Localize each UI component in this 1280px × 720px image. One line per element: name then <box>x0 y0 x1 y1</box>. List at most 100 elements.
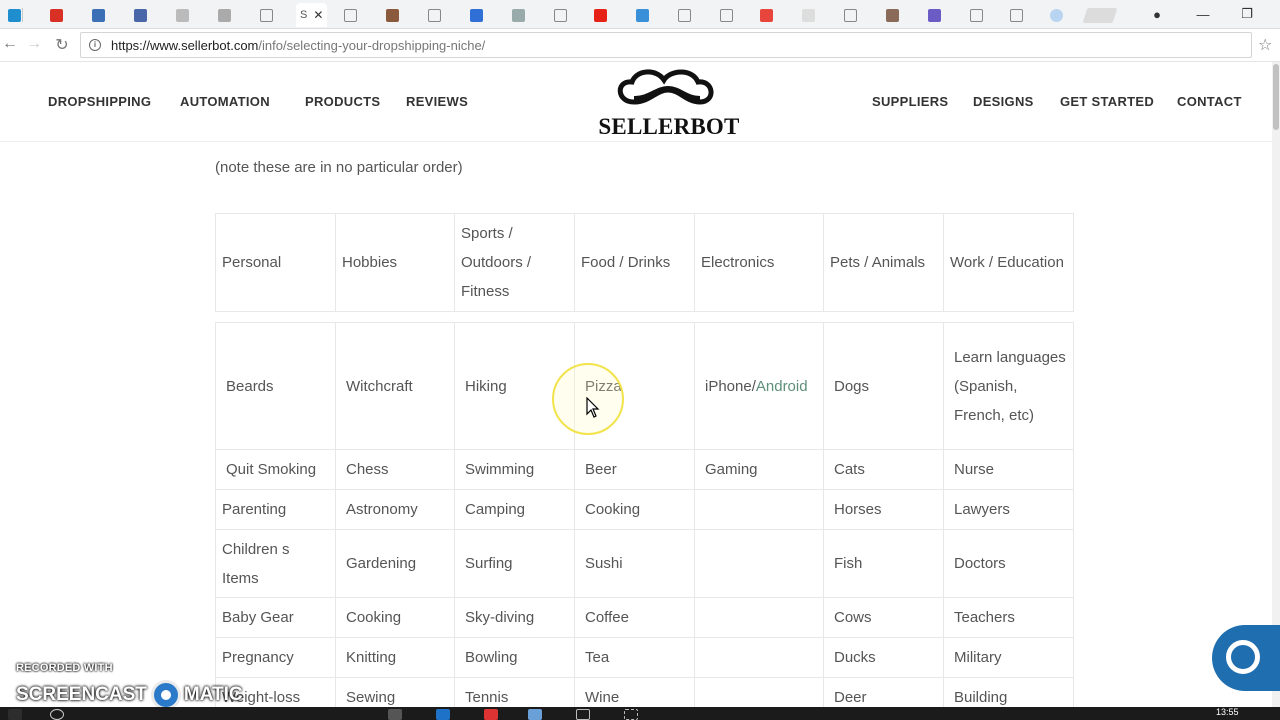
browser-tab[interactable] <box>1050 3 1065 27</box>
taskbar-app-icon[interactable] <box>484 709 498 720</box>
youtube-icon <box>594 8 607 22</box>
document-icon <box>844 8 857 22</box>
browser-tab[interactable] <box>134 3 149 27</box>
back-icon[interactable]: ← <box>0 35 20 53</box>
tab-favicon-icon <box>92 8 105 22</box>
taskbar-app-icon[interactable] <box>624 709 638 720</box>
browser-tab[interactable] <box>470 3 485 27</box>
browser-tab[interactable] <box>218 3 233 27</box>
android-link[interactable]: Android <box>756 378 808 395</box>
profile-icon[interactable]: ● <box>1142 4 1172 24</box>
brand-name: SELLERBOT <box>598 114 740 139</box>
browser-tab[interactable] <box>594 3 609 27</box>
sellerbot-logo[interactable]: SELLERBOT <box>594 66 744 142</box>
site-info-icon[interactable]: i <box>89 39 101 51</box>
table-cell: Military <box>943 637 1074 678</box>
taskbar-clock: 13:55 <box>1216 707 1239 717</box>
table-cell: Pregnancy <box>215 637 336 678</box>
edge-icon[interactable] <box>436 709 450 720</box>
address-bar[interactable]: i https://www.sellerbot.com/info/selecti… <box>80 32 1252 58</box>
browser-tab[interactable] <box>1010 3 1025 27</box>
table-cell: Fish <box>823 529 944 598</box>
tab-favicon-icon <box>886 8 899 22</box>
browser-tab[interactable] <box>176 3 191 27</box>
browser-tab[interactable] <box>636 3 651 27</box>
url-host: https://www.sellerbot.com <box>111 37 259 53</box>
browser-tab[interactable] <box>50 3 65 27</box>
chat-widget-button[interactable] <box>1212 625 1280 691</box>
header-cell: Work / Education <box>943 213 1074 312</box>
tab-favicon-icon <box>760 8 773 22</box>
table-cell: Cooking <box>335 597 455 638</box>
scrollbar-thumb[interactable] <box>1273 64 1279 130</box>
new-tab-button[interactable] <box>1082 8 1118 23</box>
tab-favicon-icon <box>134 8 147 22</box>
browser-tab[interactable] <box>886 3 901 27</box>
mouse-cursor-icon <box>586 397 600 418</box>
table-cell <box>694 637 824 678</box>
browser-tab[interactable] <box>386 3 401 27</box>
document-icon <box>678 8 691 22</box>
taskbar-app-icon[interactable] <box>528 709 542 720</box>
nav-link-products[interactable]: PRODUCTS <box>305 94 380 109</box>
browser-tab[interactable] <box>844 3 859 27</box>
restore-icon[interactable]: ❐ <box>1232 4 1262 24</box>
table-cell: Cats <box>823 449 944 490</box>
table-row: Quit Smoking Chess Swimming Beer Gaming … <box>215 449 1074 490</box>
windows-start-icon[interactable] <box>8 709 22 720</box>
browser-tab[interactable] <box>928 3 943 27</box>
header-cell: Pets / Animals <box>823 213 944 312</box>
browser-tab[interactable] <box>260 3 275 27</box>
reload-icon[interactable]: ↻ <box>52 35 72 55</box>
browser-tab[interactable] <box>720 3 735 27</box>
browser-tab[interactable] <box>512 3 527 27</box>
table-cell: Coffee <box>574 597 695 638</box>
close-tab-icon[interactable]: ✕ <box>313 8 323 22</box>
search-icon[interactable] <box>50 709 64 720</box>
page-scrollbar[interactable] <box>1272 62 1280 707</box>
browser-tab-active[interactable]: S ✕ <box>296 3 328 27</box>
browser-tab[interactable] <box>344 3 359 27</box>
browser-tab[interactable] <box>8 3 23 27</box>
nav-link-automation[interactable]: AUTOMATION <box>180 94 270 109</box>
browser-tab[interactable] <box>678 3 693 27</box>
table-cell: Teachers <box>943 597 1074 638</box>
gmail-icon <box>50 8 63 22</box>
nav-link-suppliers[interactable]: SUPPLIERS <box>872 94 948 109</box>
nav-link-contact[interactable]: CONTACT <box>1177 94 1242 109</box>
browser-tab[interactable] <box>554 3 569 27</box>
table-cell: Ducks <box>823 637 944 678</box>
screencast-logo-icon <box>150 680 181 710</box>
table-cell: Parenting <box>215 489 336 530</box>
table-spacer-row <box>215 311 1074 323</box>
forward-icon[interactable]: → <box>24 35 44 53</box>
windows-taskbar: 13:55 <box>0 707 1280 720</box>
chat-bubble-icon <box>1226 640 1260 674</box>
minimize-icon[interactable]: — <box>1188 4 1218 24</box>
electronics-text: iPhone/ <box>705 377 756 395</box>
table-cell: Children s Items <box>215 529 336 598</box>
nav-link-designs[interactable]: DESIGNS <box>973 94 1034 109</box>
table-cell: Horses <box>823 489 944 530</box>
nav-link-get-started[interactable]: GET STARTED <box>1060 94 1154 109</box>
nav-link-dropshipping[interactable]: DROPSHIPPING <box>48 94 151 109</box>
table-cell: Beer <box>574 449 695 490</box>
browser-tab[interactable] <box>970 3 985 27</box>
taskbar-app-icon[interactable] <box>576 709 590 720</box>
table-cell: Knitting <box>335 637 455 678</box>
browser-tab[interactable] <box>802 3 817 27</box>
nav-link-reviews[interactable]: REVIEWS <box>406 94 468 109</box>
bookmark-star-icon[interactable]: ☆ <box>1258 35 1272 55</box>
document-icon <box>1010 8 1023 22</box>
table-cell: Bowling <box>454 637 575 678</box>
table-cell: Sushi <box>574 529 695 598</box>
table-cell: Nurse <box>943 449 1074 490</box>
taskbar-app-icon[interactable] <box>388 709 402 720</box>
browser-tab[interactable] <box>428 3 443 27</box>
browser-tab[interactable] <box>760 3 775 27</box>
tab-favicon-icon <box>720 8 733 22</box>
table-row: Baby Gear Cooking Sky-diving Coffee Cows… <box>215 597 1074 638</box>
document-icon <box>344 8 357 22</box>
browser-tab[interactable] <box>92 3 107 27</box>
table-cell: Tea <box>574 637 695 678</box>
